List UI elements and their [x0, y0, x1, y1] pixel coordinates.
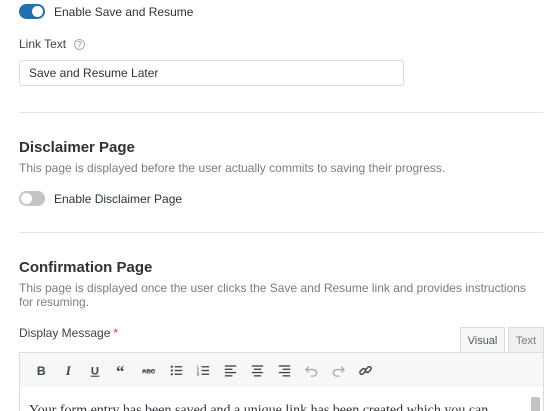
redo-icon[interactable]	[325, 358, 352, 382]
align-left-icon[interactable]	[217, 358, 244, 382]
bulleted-list-icon[interactable]	[163, 358, 190, 382]
link-text-input[interactable]	[19, 60, 404, 86]
toggle-knob	[32, 6, 43, 17]
disclaimer-toggle-label: Enable Disclaimer Page	[54, 191, 183, 206]
confirmation-page-title: Confirmation Page	[19, 259, 153, 276]
save-resume-toggle-row[interactable]: Enable Save and Resume	[19, 4, 193, 19]
editor-toolbar: B I U “ ABC 123	[19, 352, 544, 388]
editor-scrollbar[interactable]	[531, 397, 540, 411]
disclaimer-toggle-row[interactable]: Enable Disclaimer Page	[19, 191, 182, 206]
disclaimer-toggle[interactable]	[19, 191, 45, 206]
align-center-icon[interactable]	[244, 358, 271, 382]
link-text-label-text: Link Text	[19, 37, 67, 51]
blockquote-icon[interactable]: “	[109, 358, 136, 382]
tab-visual[interactable]: Visual	[460, 327, 505, 353]
italic-icon[interactable]: I	[55, 358, 82, 382]
bold-icon[interactable]: B	[28, 358, 55, 382]
help-icon[interactable]: ?	[74, 38, 86, 50]
disclaimer-page-title: Disclaimer Page	[19, 139, 135, 156]
underline-icon[interactable]: U	[82, 358, 109, 382]
align-right-icon[interactable]	[271, 358, 298, 382]
numbered-list-icon[interactable]: 123	[190, 358, 217, 382]
svg-text:3: 3	[196, 372, 199, 377]
confirmation-page-description: This page is displayed once the user cli…	[19, 281, 526, 309]
save-resume-toggle[interactable]	[19, 4, 45, 19]
display-message-editor[interactable]: Your form entry has been saved and a uni…	[19, 387, 544, 411]
disclaimer-page-description: This page is displayed before the user a…	[19, 161, 446, 175]
section-divider	[19, 232, 543, 233]
section-divider	[19, 112, 543, 113]
link-icon[interactable]	[352, 358, 379, 382]
svg-text:I: I	[65, 363, 72, 378]
required-mark: *	[113, 326, 119, 340]
svg-text:U: U	[91, 365, 99, 377]
svg-text:ABC: ABC	[142, 368, 156, 375]
link-text-label: Link Text ?	[19, 37, 86, 51]
editor-content[interactable]: Your form entry has been saved and a uni…	[29, 403, 488, 411]
undo-icon[interactable]	[298, 358, 325, 382]
display-message-label: Display Message *	[19, 326, 118, 340]
svg-text:B: B	[37, 364, 46, 378]
svg-text:“: “	[116, 363, 124, 378]
display-message-label-text: Display Message	[19, 326, 111, 340]
save-resume-toggle-label: Enable Save and Resume	[54, 4, 194, 19]
strikethrough-icon[interactable]: ABC	[136, 358, 163, 382]
tab-text[interactable]: Text	[508, 327, 544, 353]
toggle-knob	[21, 193, 32, 204]
